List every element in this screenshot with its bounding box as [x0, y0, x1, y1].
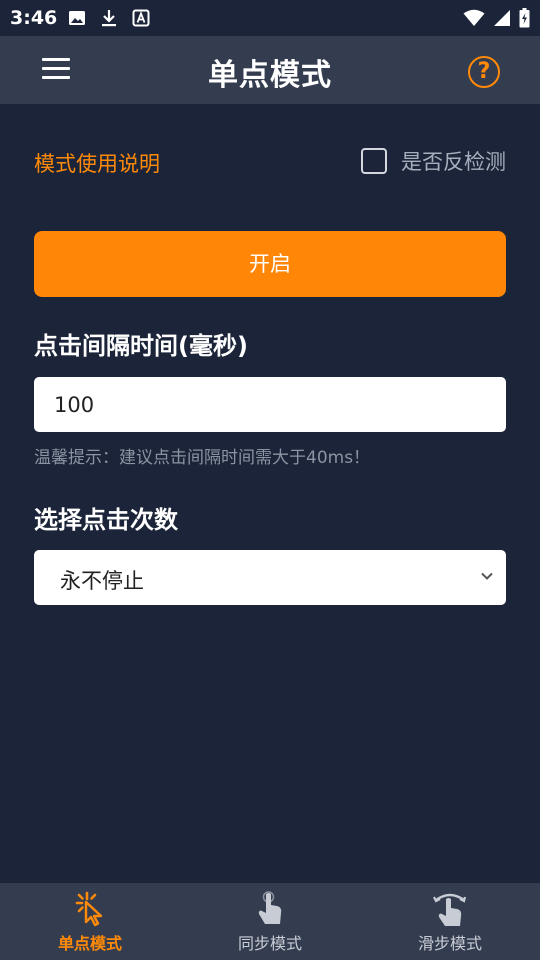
status-time: 3:46 [10, 7, 58, 29]
app-notification-icon [132, 9, 150, 27]
nav-sync-mode[interactable]: 同步模式 [180, 883, 360, 960]
click-count-label: 选择点击次数 [34, 506, 178, 534]
nav-label: 滑步模式 [417, 934, 482, 953]
nav-label: 同步模式 [237, 934, 302, 953]
chevron-down-icon [481, 572, 493, 580]
click-count-select[interactable]: 永不停止 [34, 550, 506, 605]
battery-icon [519, 8, 530, 28]
app-bar: 单点模式 ? [0, 36, 540, 104]
nav-swipe-mode[interactable]: 滑步模式 [360, 883, 540, 960]
start-button[interactable]: 开启 [34, 231, 506, 297]
signal-icon [494, 10, 510, 26]
hand-pointer-icon [258, 891, 282, 924]
checkbox-box[interactable] [361, 148, 387, 174]
tap-burst-icon [75, 891, 103, 927]
page-title: 单点模式 [208, 58, 332, 93]
notification-icons [68, 9, 150, 27]
interval-input[interactable] [34, 377, 506, 432]
status-bar: 3:46 [0, 0, 540, 36]
wifi-icon [463, 9, 485, 26]
download-notification-icon [102, 10, 116, 27]
interval-hint: 温馨提示：建议点击间隔时间需大于40ms！ [34, 448, 371, 468]
bottom-nav: 单点模式 同步模式 滑步模式 [0, 883, 540, 960]
nav-single-mode[interactable]: 单点模式 [0, 883, 180, 960]
reverse-detect-label: 是否反检测 [401, 150, 506, 174]
interval-label: 点击间隔时间(毫秒) [34, 332, 248, 360]
swipe-hand-icon [433, 893, 467, 926]
system-icons [463, 8, 530, 28]
help-icon[interactable]: ? [468, 56, 500, 88]
reverse-detect-checkbox[interactable]: 是否反检测 [361, 146, 506, 176]
image-notification-icon [69, 11, 85, 25]
click-count-value: 永不停止 [60, 569, 144, 593]
mode-guide-link[interactable]: 模式使用说明 [34, 148, 160, 178]
nav-label: 单点模式 [57, 934, 122, 953]
